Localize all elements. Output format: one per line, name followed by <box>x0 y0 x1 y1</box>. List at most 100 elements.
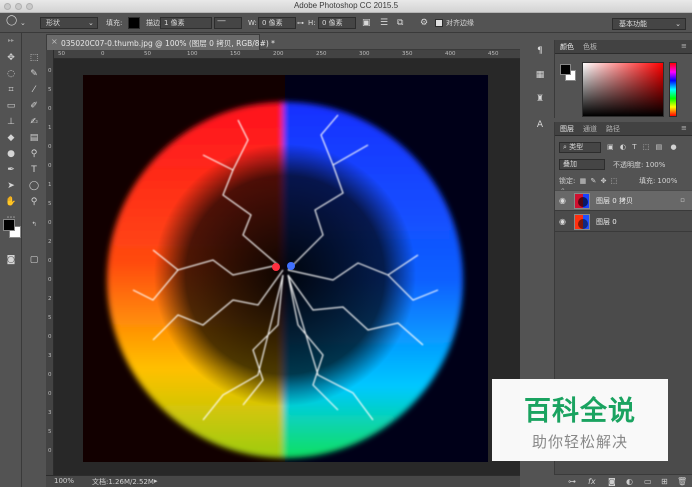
smart-object-filter-icon[interactable]: ▤ <box>656 143 663 151</box>
ruler-label: 0 <box>48 391 52 397</box>
histogram-icon[interactable]: ▦ <box>534 70 546 82</box>
path-arrangement-icon[interactable]: ⧉ <box>397 17 403 29</box>
shape-filter-icon[interactable]: ⬚ <box>643 143 650 151</box>
lock-image-icon[interactable]: ✎ <box>590 177 596 185</box>
gear-icon[interactable]: ⚙ <box>420 17 428 29</box>
tab-paths[interactable]: 路径 <box>606 124 620 134</box>
mask-icon[interactable]: ◙ <box>608 477 616 486</box>
fill-value[interactable]: 100% <box>657 177 677 185</box>
history-brush-icon[interactable]: ✍ <box>26 117 42 128</box>
tool-preset-icon[interactable]: ◯ <box>6 15 17 27</box>
type-tool-icon[interactable]: T <box>26 165 42 176</box>
ruler-label: 350 <box>402 51 413 57</box>
layer-row-base[interactable]: ◉ 图层 0 <box>555 212 692 232</box>
eraser-tool-icon[interactable]: ◆ <box>3 133 19 144</box>
marquee-tool-icon[interactable]: ⬚ <box>26 53 42 64</box>
move-tool-icon[interactable]: ✥ <box>3 53 19 64</box>
ruler-label: 5 <box>48 429 52 435</box>
lock-artboard-icon[interactable]: ⬚ <box>611 177 618 185</box>
group-icon[interactable]: ▭ <box>644 477 652 486</box>
fill-label: 填充: <box>106 19 123 27</box>
ruler-label: 3 <box>48 353 52 359</box>
ruler-label: 150 <box>230 51 241 57</box>
hand-tool-icon[interactable]: ✋ <box>3 197 19 208</box>
paragraph-icon[interactable]: ¶ <box>534 46 546 58</box>
blend-mode-select[interactable]: 叠加 <box>559 159 605 170</box>
lasso-tool-icon[interactable]: ◌ <box>3 69 19 80</box>
eye-icon[interactable]: ◉ <box>559 217 569 227</box>
pixel-filter-icon[interactable]: ▣ <box>607 143 614 151</box>
tab-color[interactable]: 颜色 <box>560 42 574 52</box>
tab-swatches[interactable]: 色板 <box>583 42 597 52</box>
dodge-tool-icon[interactable]: ⚲ <box>26 149 42 160</box>
adjustment-icon[interactable]: ◐ <box>626 477 633 486</box>
hue-slider[interactable] <box>669 62 677 117</box>
panel-menu-icon[interactable]: ≡ <box>681 124 687 132</box>
pen-tool-icon[interactable]: ✒ <box>3 165 19 176</box>
quick-mask-icon[interactable]: ◙ <box>3 255 19 266</box>
crop-tool-icon[interactable]: ⌗ <box>3 85 19 96</box>
lock-transparent-icon[interactable]: ▦ <box>580 177 587 185</box>
lock-position-icon[interactable]: ✥ <box>601 177 607 185</box>
ruler-label: 200 <box>273 51 284 57</box>
fill-swatch[interactable] <box>128 17 140 29</box>
foreground-color-swatch[interactable] <box>3 219 15 231</box>
screen-mode-icon[interactable]: ▢ <box>26 255 42 266</box>
workspace-value: 基本功能 <box>619 20 647 28</box>
eye-icon[interactable]: ◉ <box>559 196 569 206</box>
status-bar: 100% 文档:1.26M/2.52M ▸ <box>46 475 520 487</box>
quick-selection-icon[interactable]: ✎ <box>26 69 42 80</box>
healing-brush-icon[interactable]: ▭ <box>3 101 19 112</box>
clone-stamp-icon[interactable]: ⊥ <box>3 117 19 128</box>
zoom-level[interactable]: 100% <box>54 477 74 485</box>
foreground-color-chip[interactable] <box>560 64 571 75</box>
ruler-label: 0 <box>48 220 52 226</box>
type-filter-icon[interactable]: T <box>632 143 636 151</box>
path-operations-icon[interactable]: ▣ <box>362 17 371 29</box>
link-icon[interactable]: ⊶ <box>568 477 576 486</box>
stroke-line-icon: — <box>217 16 226 26</box>
tool-preset-chevron-icon[interactable]: ⌄ <box>20 17 26 29</box>
workspace-select[interactable]: 基本功能 ⌄ <box>612 18 686 30</box>
ruler-label: 0 <box>48 68 52 74</box>
new-layer-icon[interactable]: ⊞ <box>661 477 668 486</box>
vertical-ruler[interactable]: 0 5 0 1 0 0 1 5 0 2 0 0 2 5 0 3 0 0 3 5 0 <box>46 50 54 475</box>
document-title: 035020C07-0.thumb.jpg @ 100% (图层 0 拷贝, R… <box>61 39 275 48</box>
opacity-value[interactable]: 100% <box>645 161 665 169</box>
tab-channels[interactable]: 通道 <box>583 124 597 134</box>
filter-toggle-icon[interactable]: ● <box>670 143 676 151</box>
blend-mode-value: 叠加 <box>563 160 577 168</box>
canvas-image[interactable] <box>83 75 488 462</box>
color-field[interactable] <box>582 62 664 117</box>
brush-tool-icon[interactable]: ✐ <box>26 101 42 112</box>
adjustment-filter-icon[interactable]: ◐ <box>620 143 626 151</box>
status-arrow-icon[interactable]: ▸ <box>154 477 158 485</box>
align-edges-checkbox[interactable] <box>435 19 443 27</box>
link-dimensions-icon[interactable]: ⊶ <box>297 17 304 29</box>
document-tab[interactable]: × 035020C07-0.thumb.jpg @ 100% (图层 0 拷贝,… <box>46 34 275 50</box>
zoom-tool-icon[interactable]: ⚲ <box>26 197 42 208</box>
ellipse-tool-icon[interactable]: ◯ <box>26 181 42 192</box>
title-bar: Adobe Photoshop CC 2015.5 <box>0 0 692 13</box>
gradient-tool-icon[interactable]: ▤ <box>26 133 42 144</box>
fx-icon[interactable]: fx <box>588 477 596 486</box>
horizontal-ruler[interactable]: 50 0 50 100 150 200 250 300 350 400 450 <box>54 50 520 59</box>
close-tab-icon[interactable]: × <box>51 37 58 46</box>
path-alignment-icon[interactable]: ☰ <box>380 17 388 29</box>
layer-filter-select[interactable]: ⌕ 类型 <box>559 142 601 153</box>
document-size: 文档:1.26M/2.52M <box>92 478 154 486</box>
tab-layers[interactable]: 图层 <box>560 124 574 134</box>
collapse-icon[interactable]: ▸▸ <box>3 35 19 46</box>
layer-row-copy[interactable]: ◉ 图层 0 拷贝 ▫ <box>555 191 692 211</box>
chevron-down-icon: ⌄ <box>675 20 681 28</box>
blur-tool-icon[interactable]: ● <box>3 149 19 160</box>
trash-icon[interactable]: 🗑︎ <box>677 477 687 486</box>
eyedropper-tool-icon[interactable]: ⁄ <box>26 85 42 96</box>
ruler-label: 5 <box>48 201 52 207</box>
path-selection-icon[interactable]: ➤ <box>3 181 19 192</box>
swap-colors-icon[interactable]: ↰ <box>26 219 42 230</box>
character-icon[interactable]: A <box>534 120 546 132</box>
panel-menu-icon[interactable]: ≡ <box>681 42 687 50</box>
watermark-main-text: 百科全说 <box>524 396 636 427</box>
adjustments-icon[interactable]: ♜ <box>534 94 546 106</box>
